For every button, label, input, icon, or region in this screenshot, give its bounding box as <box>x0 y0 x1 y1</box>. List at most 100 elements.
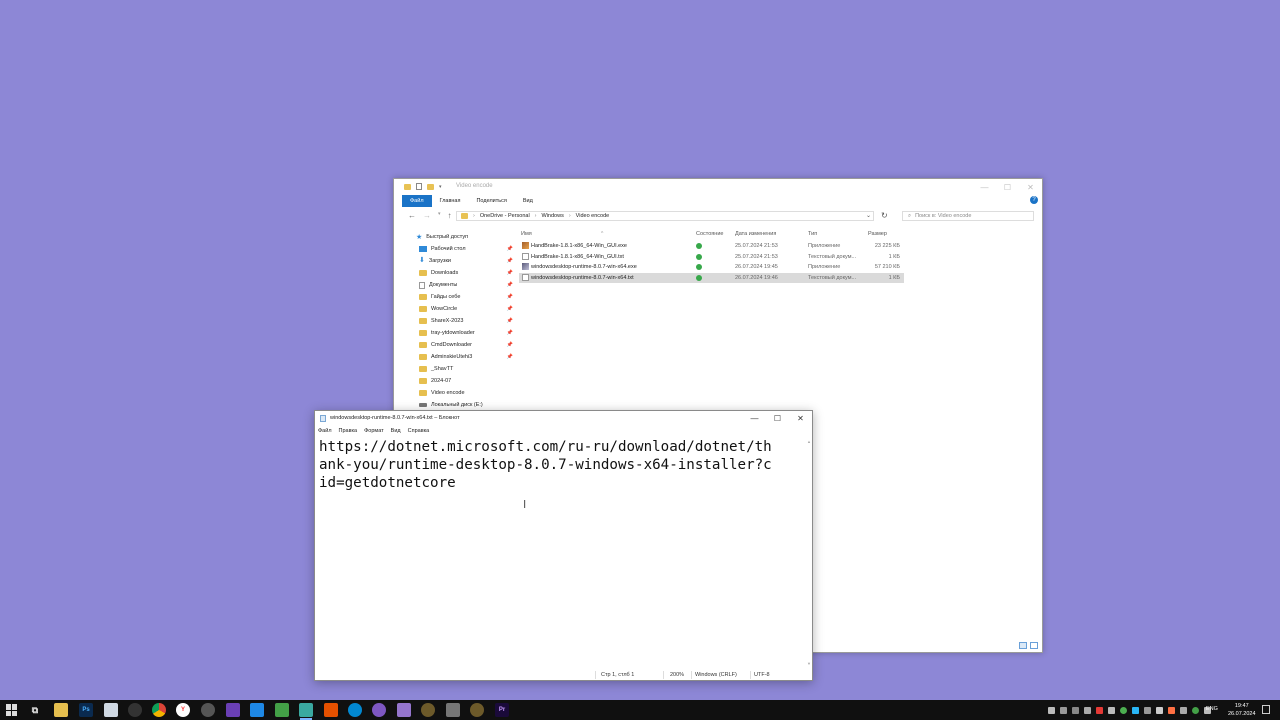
minimize-button[interactable]: — <box>973 179 996 195</box>
scroll-up-icon[interactable]: ▲ <box>807 439 811 444</box>
search-input[interactable]: ⌕ Поиск в: Video encode <box>902 211 1034 221</box>
breadcrumb-windows[interactable]: Windows <box>542 213 564 219</box>
nav-video-encode[interactable]: Video encode <box>419 387 513 399</box>
app-icon[interactable] <box>446 703 460 717</box>
app-icon[interactable] <box>348 703 362 717</box>
menu-edit[interactable]: Правка <box>339 428 358 434</box>
explorer-title-bar[interactable]: ▾ Video encode — ☐ ✕ <box>394 179 1042 195</box>
vscode-icon[interactable] <box>250 703 264 717</box>
nav-guides[interactable]: Гайды себе 📌 <box>419 291 513 303</box>
tray-icon[interactable] <box>1156 706 1163 714</box>
tray-icon[interactable] <box>1144 706 1151 714</box>
notepad-title-bar[interactable]: windowsdesktop-runtime-8.0.7-win-x64.txt… <box>315 411 812 426</box>
start-button[interactable] <box>6 704 18 716</box>
minimize-button[interactable]: — <box>743 411 766 426</box>
tray-icon[interactable] <box>1060 706 1067 714</box>
tray-icon[interactable] <box>1132 706 1139 714</box>
close-button[interactable]: ✕ <box>789 411 812 426</box>
nav-shavtt[interactable]: _ShavTT <box>419 363 513 375</box>
tray-icon[interactable] <box>1192 706 1199 714</box>
properties-icon[interactable] <box>416 183 422 190</box>
wow-icon[interactable] <box>421 703 435 717</box>
column-type[interactable]: Тип <box>808 231 817 237</box>
app-icon[interactable] <box>372 703 386 717</box>
new-folder-icon[interactable] <box>427 183 434 190</box>
notepad-active-icon[interactable] <box>299 703 313 720</box>
breadcrumb-video-encode[interactable]: Video encode <box>576 213 610 219</box>
file-list[interactable]: ^ Имя Состояние Дата изменения Тип Разме… <box>519 225 904 283</box>
file-row-selected[interactable]: windowsdesktop-runtime-8.0.7-win-x64.txt… <box>519 272 904 283</box>
nav-adminskie[interactable]: AdminskieUtehi3 📌 <box>419 351 513 363</box>
tray-icon[interactable] <box>1084 706 1091 714</box>
nav-wowcircle[interactable]: WowCircle 📌 <box>419 303 513 315</box>
close-button[interactable]: ✕ <box>1019 179 1042 195</box>
task-view-icon[interactable]: ⧉ <box>28 703 42 717</box>
nav-documents[interactable]: Документы 📌 <box>419 279 513 291</box>
column-date[interactable]: Дата изменения <box>735 231 776 237</box>
nav-downloads-ru[interactable]: ⬇ Загрузки 📌 <box>419 255 513 267</box>
tray-icon[interactable] <box>1048 706 1055 714</box>
menu-help[interactable]: Справка <box>408 428 430 434</box>
tab-file[interactable]: Файл <box>402 195 432 207</box>
forward-arrow-icon[interactable]: → <box>423 211 431 220</box>
column-size[interactable]: Размер <box>868 231 887 237</box>
tab-home[interactable]: Главная <box>432 195 469 207</box>
qat-dropdown-icon[interactable]: ▾ <box>439 184 442 190</box>
tab-share[interactable]: Поделиться <box>468 195 514 207</box>
chrome-icon[interactable] <box>152 703 166 717</box>
recent-dropdown-icon[interactable]: ▾ <box>438 211 441 220</box>
address-bar[interactable]: › OneDrive - Personal › Windows › Video … <box>456 211 874 221</box>
file-explorer-icon[interactable] <box>54 703 68 717</box>
column-name[interactable]: Имя <box>521 231 532 237</box>
help-icon[interactable]: ? <box>1030 196 1038 204</box>
yandex-browser-icon[interactable]: Y <box>176 703 190 717</box>
tray-icon[interactable] <box>1072 706 1079 714</box>
premiere-icon[interactable]: Pr <box>495 703 509 717</box>
menu-view[interactable]: Вид <box>391 428 401 434</box>
input-language[interactable]: ENG <box>1206 706 1218 712</box>
vertical-scrollbar[interactable]: ▲ ▼ <box>807 439 811 666</box>
nav-sharex[interactable]: ShareX-2023 📌 <box>419 315 513 327</box>
app-icon[interactable] <box>201 703 215 717</box>
nav-quick-access[interactable]: ★ Быстрый доступ <box>416 231 513 243</box>
navigation-pane[interactable]: ★ Быстрый доступ Рабочий стол 📌 ⬇ Загруз… <box>408 231 513 411</box>
address-dropdown-icon[interactable]: ⌄ <box>866 212 871 219</box>
file-row[interactable]: windowsdesktop-runtime-8.0.7-win-x64.exe… <box>519 262 904 273</box>
details-view-icon[interactable] <box>1019 642 1027 649</box>
nav-cmddownloader[interactable]: CmdDownloader 📌 <box>419 339 513 351</box>
column-status[interactable]: Состояние <box>696 231 723 237</box>
nav-downloads[interactable]: Downloads 📌 <box>419 267 513 279</box>
app-icon[interactable] <box>275 703 289 717</box>
nav-tray-ytdownloader[interactable]: tray-ytdownloader 📌 <box>419 327 513 339</box>
maximize-button[interactable]: ☐ <box>766 411 789 426</box>
obs-icon[interactable] <box>128 703 142 717</box>
nav-2024-07[interactable]: 2024-07 <box>419 375 513 387</box>
tab-view[interactable]: Вид <box>515 195 541 207</box>
notepad-window[interactable]: windowsdesktop-runtime-8.0.7-win-x64.txt… <box>314 410 813 681</box>
notepad-taskbar-icon[interactable] <box>104 703 118 717</box>
file-row[interactable]: HandBrake-1.8.1-x86_64-Win_GUI.exe 25.07… <box>519 241 904 252</box>
up-arrow-icon[interactable]: ↑ <box>448 211 452 220</box>
photoshop-icon[interactable]: Ps <box>79 703 93 717</box>
refresh-icon[interactable]: ↻ <box>881 211 888 220</box>
file-row[interactable]: HandBrake-1.8.1-x86_64-Win_GUI.txt 25.07… <box>519 252 904 263</box>
scroll-down-icon[interactable]: ▼ <box>807 661 811 666</box>
back-arrow-icon[interactable]: ← <box>408 211 416 220</box>
app-icon[interactable] <box>397 703 411 717</box>
menu-format[interactable]: Формат <box>364 428 384 434</box>
tray-icon[interactable] <box>1120 706 1127 714</box>
nav-desktop[interactable]: Рабочий стол 📌 <box>419 243 513 255</box>
maximize-button[interactable]: ☐ <box>996 179 1019 195</box>
tray-icon[interactable] <box>1168 706 1175 714</box>
tray-icon[interactable] <box>1096 706 1103 714</box>
notifications-icon[interactable] <box>1262 705 1270 714</box>
notepad-text-area[interactable]: https://dotnet.microsoft.com/ru-ru/downl… <box>319 438 779 492</box>
wow-icon[interactable] <box>470 703 484 717</box>
large-icons-view-icon[interactable] <box>1030 642 1038 649</box>
clock[interactable]: 19:47 26.07.2024 <box>1228 702 1256 718</box>
tray-icon[interactable] <box>1108 706 1115 714</box>
app-icon[interactable] <box>324 703 338 717</box>
visual-studio-icon[interactable] <box>226 703 240 717</box>
breadcrumb-onedrive[interactable]: OneDrive - Personal <box>480 213 530 219</box>
network-icon[interactable] <box>1180 706 1187 714</box>
